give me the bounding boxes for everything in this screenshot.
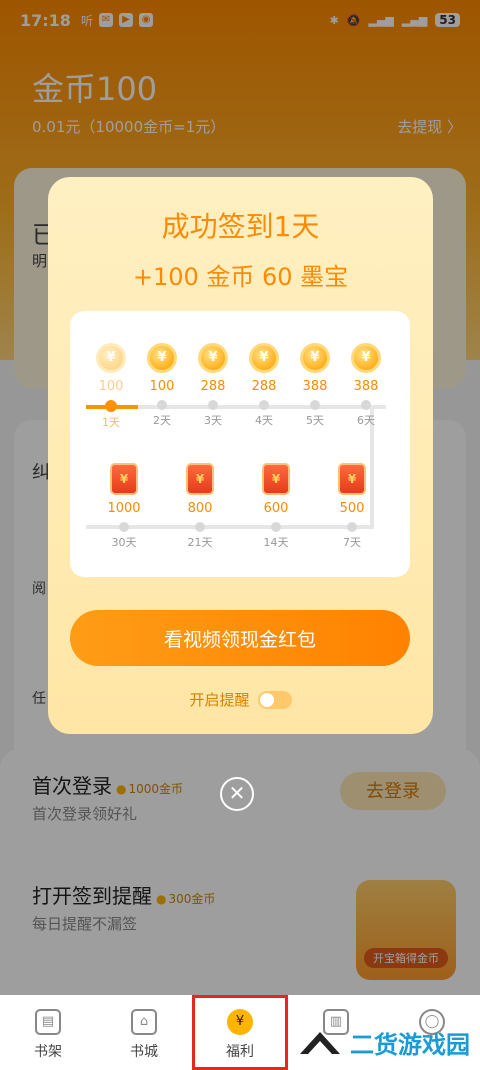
coin-icon: ¥	[351, 343, 381, 373]
reminder-row: 开启提醒	[48, 689, 433, 710]
milestone-day: ¥ 500 7天	[327, 463, 377, 550]
coin-icon: ¥	[198, 343, 228, 373]
checkin-day: ¥ 388 5天	[290, 343, 340, 428]
checkin-day: ¥ 100 1天	[86, 343, 136, 430]
watermark-logo	[300, 1031, 340, 1054]
coin-icon: ¥	[249, 343, 279, 373]
checkin-day: ¥ 288 3天	[188, 343, 238, 428]
coin-icon: ¥	[96, 343, 126, 373]
nav-item-bookshelf[interactable]: ▤ 书架	[0, 995, 96, 1070]
red-envelope-icon: ¥	[262, 463, 290, 495]
milestone-day: ¥ 800 21天	[175, 463, 225, 550]
nav-item-bookstore[interactable]: ⌂ 书城	[96, 995, 192, 1070]
coin-icon: ¥	[147, 343, 177, 373]
close-icon[interactable]: ✕	[220, 777, 254, 811]
checkin-day: ¥ 388 6天	[341, 343, 391, 428]
watermark-text: 二货游戏园	[350, 1031, 470, 1059]
red-envelope-icon: ¥	[338, 463, 366, 495]
money-bag-icon: ¥	[227, 1009, 253, 1035]
checkin-calendar: ¥ 100 1天 ¥ 100 2天 ¥ 288 3天 ¥ 288 4天 ¥ 38…	[70, 311, 410, 577]
dialog-title: 成功签到1天	[161, 210, 320, 243]
coin-icon: ¥	[300, 343, 330, 373]
nav-item-welfare[interactable]: ¥ 福利	[192, 995, 288, 1070]
bookshelf-icon: ▤	[35, 1009, 61, 1035]
red-envelope-icon: ¥	[186, 463, 214, 495]
dialog-reward: +100 金币 60 墨宝	[132, 263, 349, 291]
red-envelope-icon: ¥	[110, 463, 138, 495]
reminder-label: 开启提醒	[189, 691, 250, 709]
home-icon: ⌂	[131, 1009, 157, 1035]
milestone-day: ¥ 600 14天	[251, 463, 301, 550]
watermark: 二货游戏园	[298, 1025, 470, 1060]
watch-video-cta-button[interactable]: 看视频领现金红包	[70, 610, 410, 666]
checkin-success-dialog: 成功签到1天 +100 金币 60 墨宝 ¥ 100 1天 ¥ 100 2天 ¥…	[48, 177, 433, 734]
checkin-day: ¥ 288 4天	[239, 343, 289, 428]
reminder-toggle[interactable]	[257, 690, 292, 709]
milestone-day: ¥ 1000 30天	[99, 463, 149, 550]
checkin-day: ¥ 100 2天	[137, 343, 187, 428]
